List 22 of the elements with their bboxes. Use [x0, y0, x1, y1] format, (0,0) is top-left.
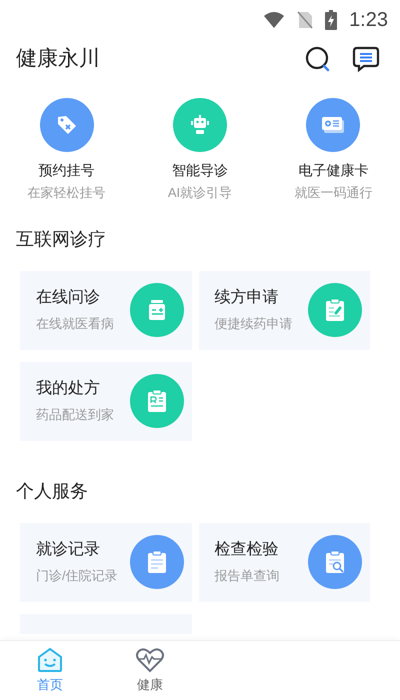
prescription-icon	[146, 389, 168, 413]
wifi-icon	[263, 11, 286, 29]
section-title: 互联网诊疗	[15, 228, 107, 250]
heart-pulse-icon	[135, 646, 165, 673]
quick-action[interactable]: 电子健康卡 就医一码通行	[266, 98, 400, 202]
status-time: 1:23	[349, 8, 388, 33]
smiling-house-icon	[36, 646, 64, 673]
quick-action[interactable]: 智能导诊 AI就诊引导	[133, 98, 267, 202]
service-card[interactable]: 就诊记录 门诊/住院记录	[20, 522, 192, 602]
tab-bar-item[interactable]: 健康	[100, 641, 200, 700]
report-search-icon	[324, 550, 346, 574]
service-card[interactable]: 我的处方 药品配送到家	[20, 362, 192, 440]
service-card[interactable]: 续方申请 便捷续药申请	[198, 270, 370, 350]
quick-action[interactable]: 预约挂号 在家轻松挂号	[0, 98, 134, 202]
service-card[interactable]: 检查检验 报告单查询	[198, 522, 370, 602]
clipboard-icon	[146, 550, 168, 574]
no-sim-icon	[297, 11, 314, 29]
clipboard-pen-icon	[324, 298, 346, 322]
app-title: 健康永川	[16, 46, 100, 72]
section-title: 个人服务	[15, 480, 89, 502]
service-card[interactable]: 在线问诊 在线就医看病	[20, 270, 192, 350]
battery-charging-icon	[325, 10, 338, 30]
